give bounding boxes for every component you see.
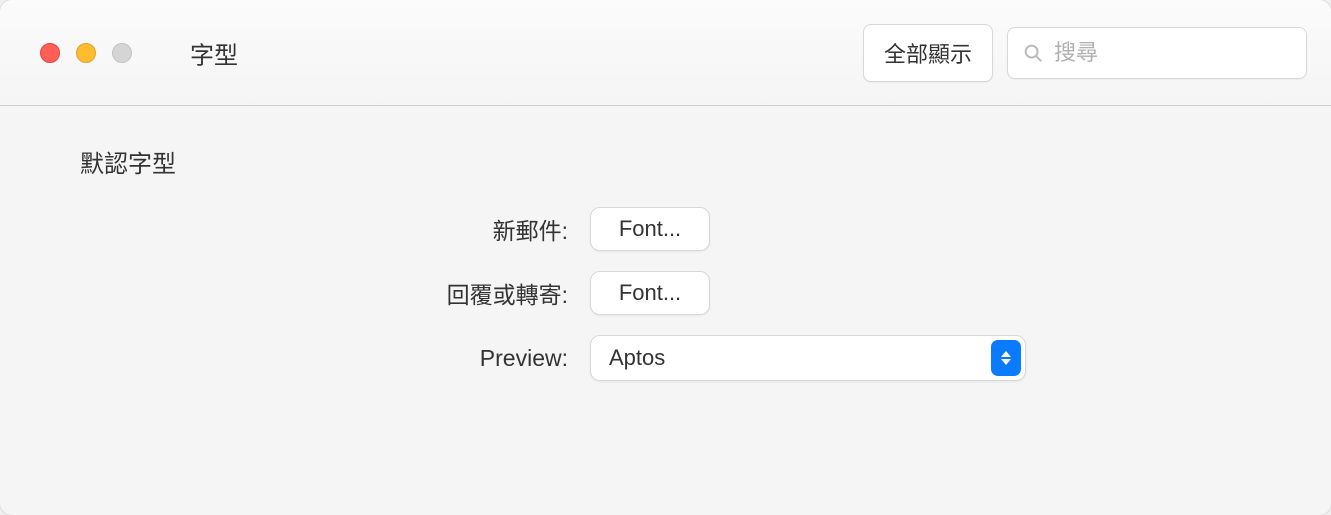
- label-new-mail: 新郵件:: [80, 212, 590, 246]
- form-rows: 新郵件: Font... 回覆或轉寄: Font... Preview: Apt…: [80, 207, 1251, 381]
- zoom-window-button: [112, 43, 132, 63]
- show-all-button[interactable]: 全部顯示: [863, 24, 993, 82]
- toolbar: 字型 全部顯示: [0, 0, 1331, 106]
- traffic-lights: [40, 43, 132, 63]
- chevron-up-icon: [1001, 351, 1011, 357]
- font-button-new-mail[interactable]: Font...: [590, 207, 710, 251]
- preview-select-value: Aptos: [609, 345, 665, 371]
- preview-select-wrap: Aptos: [590, 335, 1026, 381]
- search-icon: [1022, 42, 1044, 64]
- select-stepper-icon[interactable]: [991, 340, 1021, 376]
- row-reply-forward: 回覆或轉寄: Font...: [80, 271, 1251, 315]
- preferences-window: 字型 全部顯示 默認字型 新郵件: Font... 回覆或轉寄: Font...: [0, 0, 1331, 515]
- minimize-window-button[interactable]: [76, 43, 96, 63]
- preview-select[interactable]: Aptos: [590, 335, 1026, 381]
- row-new-mail: 新郵件: Font...: [80, 207, 1251, 251]
- chevron-down-icon: [1001, 359, 1011, 365]
- search-input[interactable]: [1054, 40, 1292, 66]
- font-button-reply-forward[interactable]: Font...: [590, 271, 710, 315]
- section-title: 默認字型: [80, 144, 1251, 179]
- toolbar-right: 全部顯示: [863, 24, 1307, 82]
- close-window-button[interactable]: [40, 43, 60, 63]
- content-area: 默認字型 新郵件: Font... 回覆或轉寄: Font... Preview…: [0, 106, 1331, 419]
- row-preview: Preview: Aptos: [80, 335, 1251, 381]
- search-box[interactable]: [1007, 27, 1307, 79]
- label-reply-forward: 回覆或轉寄:: [80, 276, 590, 310]
- window-title: 字型: [190, 35, 238, 70]
- label-preview: Preview:: [80, 345, 590, 372]
